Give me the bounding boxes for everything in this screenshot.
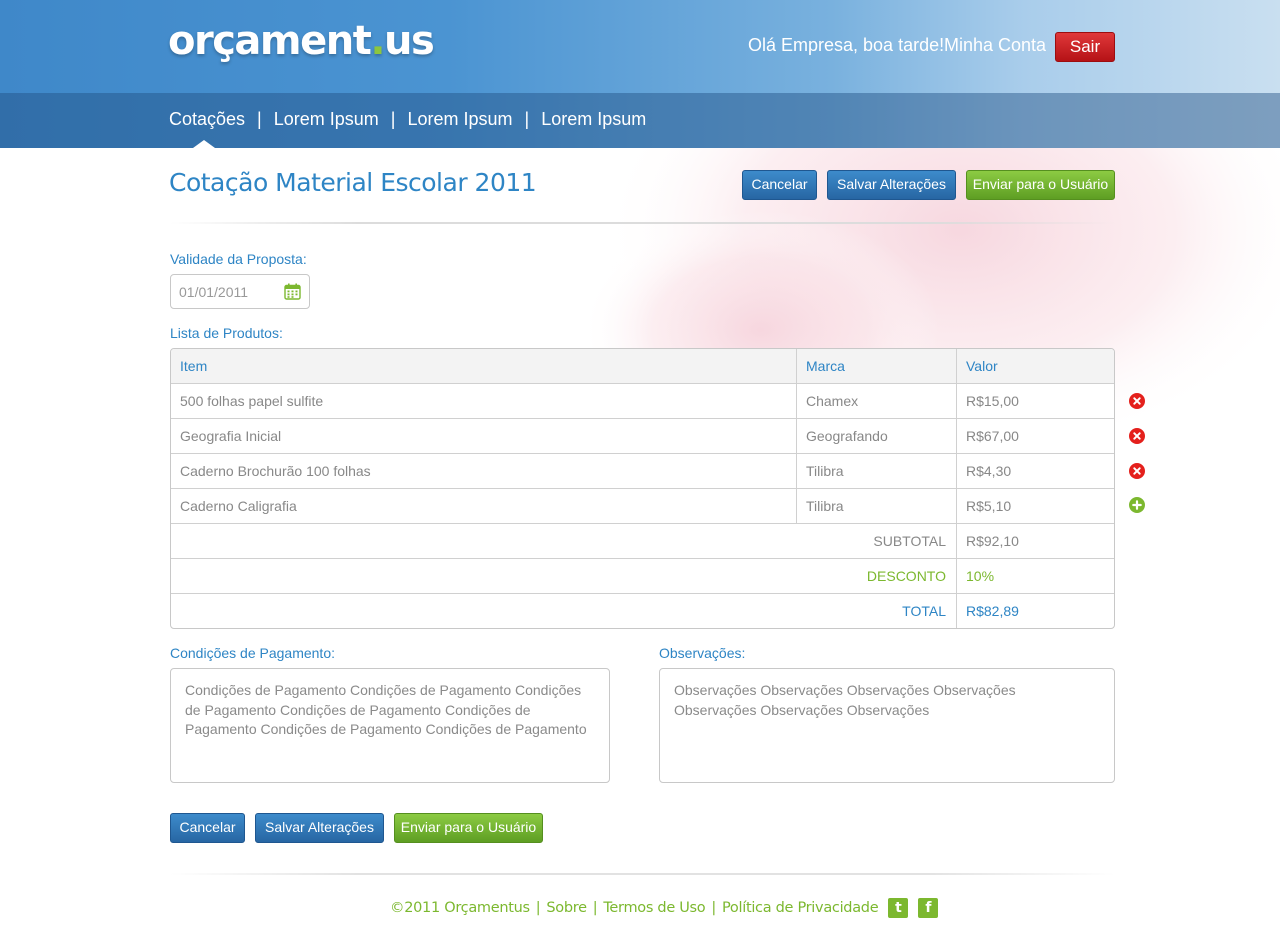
my-account-link[interactable]: Minha Conta xyxy=(944,35,1046,56)
footer-link-about[interactable]: Sobre xyxy=(546,900,587,916)
remove-row-icon[interactable] xyxy=(1129,393,1145,409)
total-label: TOTAL xyxy=(902,603,946,619)
discount-value[interactable]: 10% xyxy=(956,559,1114,593)
notes-textarea[interactable]: Observações Observações Observações Obse… xyxy=(659,668,1115,783)
table-header-row: Item Marca Valor xyxy=(171,349,1114,384)
brand-cell[interactable]: Chamex xyxy=(796,384,956,418)
add-row-icon[interactable] xyxy=(1129,497,1145,513)
title-divider xyxy=(170,222,1115,224)
footer-link-privacy[interactable]: Política de Privacidade xyxy=(722,900,879,916)
footer-divider xyxy=(170,873,1115,875)
table-row: Caderno Brochurão 100 folhas Tilibra R$4… xyxy=(171,454,1114,489)
remove-row-icon[interactable] xyxy=(1129,463,1145,479)
subtotal-row: SUBTOTAL R$92,10 xyxy=(171,524,1114,559)
table-row: Geografia Inicial Geografando R$67,00 xyxy=(171,419,1114,454)
table-row: Caderno Caligrafia Tilibra R$5,10 xyxy=(171,489,1114,524)
item-cell[interactable]: Caderno Caligrafia xyxy=(171,489,796,523)
payment-terms-textarea[interactable]: Condições de Pagamento Condições de Paga… xyxy=(170,668,610,783)
nav-item-lorem-3[interactable]: Lorem Ipsum xyxy=(541,109,646,130)
value-cell[interactable]: R$5,10 xyxy=(956,489,1114,523)
logo-text-end: us xyxy=(384,18,435,64)
footer-separator: | xyxy=(711,900,716,916)
cancel-button-top[interactable]: Cancelar xyxy=(742,170,817,200)
total-value: R$82,89 xyxy=(956,594,1114,628)
facebook-icon[interactable]: f xyxy=(918,898,939,918)
send-to-user-button-bottom[interactable]: Enviar para o Usuário xyxy=(394,813,543,843)
copyright-text: ©2011 Orçamentus xyxy=(390,900,530,916)
greeting-text: Olá Empresa, boa tarde! xyxy=(748,35,945,55)
calendar-icon[interactable] xyxy=(284,283,301,300)
nav-separator: | xyxy=(524,109,530,129)
value-cell[interactable]: R$67,00 xyxy=(956,419,1114,453)
nav-separator: | xyxy=(390,109,396,129)
item-cell[interactable]: Caderno Brochurão 100 folhas xyxy=(171,454,796,488)
header: orçament.us Olá Empresa, boa tarde! Minh… xyxy=(0,0,1280,148)
logo-dot: . xyxy=(370,18,385,64)
save-button-bottom[interactable]: Salvar Alterações xyxy=(255,813,384,843)
brand-cell[interactable]: Tilibra xyxy=(796,489,956,523)
products-label: Lista de Produtos: xyxy=(170,325,283,341)
total-row: TOTAL R$82,89 xyxy=(171,594,1114,628)
send-to-user-button-top[interactable]: Enviar para o Usuário xyxy=(966,170,1115,200)
validity-label: Validade da Proposta: xyxy=(170,251,307,267)
nav-item-lorem-1[interactable]: Lorem Ipsum xyxy=(274,109,379,130)
header-top: orçament.us Olá Empresa, boa tarde! Minh… xyxy=(0,0,1280,93)
nav-separator: | xyxy=(257,109,262,129)
footer-separator: | xyxy=(535,900,541,916)
logo-text-main: orçament xyxy=(168,18,372,64)
discount-label: DESCONTO xyxy=(866,568,946,584)
active-nav-indicator xyxy=(193,140,215,148)
footer-separator: | xyxy=(592,900,598,916)
main-nav: Cotações | Lorem Ipsum | Lorem Ipsum | L… xyxy=(0,93,1280,148)
column-header-brand: Marca xyxy=(796,349,956,383)
nav-item-lorem-2[interactable]: Lorem Ipsum xyxy=(407,109,512,130)
validity-date-input[interactable] xyxy=(179,282,279,302)
nav-item-cotacoes[interactable]: Cotações xyxy=(169,109,245,130)
footer: ©2011 Orçamentus | Sobre | Termos de Uso… xyxy=(390,898,939,918)
nav-items: Cotações | Lorem Ipsum | Lorem Ipsum | L… xyxy=(169,109,646,130)
value-cell[interactable]: R$4,30 xyxy=(956,454,1114,488)
cancel-button-bottom[interactable]: Cancelar xyxy=(170,813,245,843)
products-table: Item Marca Valor 500 folhas papel sulfit… xyxy=(170,348,1115,629)
item-cell[interactable]: 500 folhas papel sulfite xyxy=(171,384,796,418)
twitter-icon[interactable]: t xyxy=(888,898,909,918)
logo[interactable]: orçament.us xyxy=(168,18,435,64)
footer-link-terms[interactable]: Termos de Uso xyxy=(603,900,705,916)
subtotal-label: SUBTOTAL xyxy=(873,533,946,549)
remove-row-icon[interactable] xyxy=(1129,428,1145,444)
value-cell[interactable]: R$15,00 xyxy=(956,384,1114,418)
column-header-value: Valor xyxy=(956,349,1114,383)
logout-button[interactable]: Sair xyxy=(1055,32,1115,62)
subtotal-value: R$92,10 xyxy=(956,524,1114,558)
page-title: Cotação Material Escolar 2011 xyxy=(169,168,537,197)
brand-cell[interactable]: Tilibra xyxy=(796,454,956,488)
brand-cell[interactable]: Geografando xyxy=(796,419,956,453)
notes-label: Observações: xyxy=(659,645,746,661)
discount-row: DESCONTO 10% xyxy=(171,559,1114,594)
item-cell[interactable]: Geografia Inicial xyxy=(171,419,796,453)
validity-date-field[interactable] xyxy=(170,274,310,309)
payment-terms-label: Condições de Pagamento: xyxy=(170,645,335,661)
table-row: 500 folhas papel sulfite Chamex R$15,00 xyxy=(171,384,1114,419)
save-button-top[interactable]: Salvar Alterações xyxy=(827,170,956,200)
column-header-item: Item xyxy=(180,358,208,374)
main-content: Cotação Material Escolar 2011 Cancelar S… xyxy=(0,148,1280,940)
